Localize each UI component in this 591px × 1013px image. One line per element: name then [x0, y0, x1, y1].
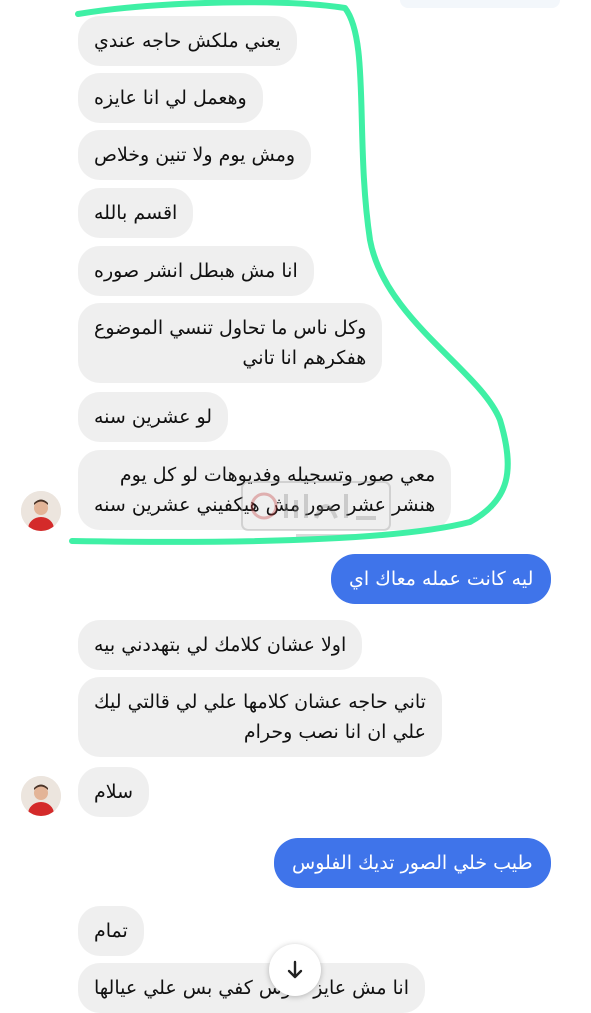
message-text: ومش يوم ولا تنين وخلاص — [94, 144, 296, 166]
message-text: انا مش هبطل انشر صوره — [94, 260, 298, 282]
sender-avatar-icon[interactable] — [21, 776, 61, 816]
message-bubble-incoming[interactable]: تمام — [78, 906, 144, 956]
sender-avatar-icon[interactable] — [21, 491, 61, 531]
message-text: يعني ملكش حاجه عندي — [94, 30, 281, 52]
message-bubble-incoming[interactable]: وكل ناس ما تحاول تنسي الموضوع هفكرهم انا… — [78, 303, 383, 383]
message-text: اولا عشان كلامك لي بتهددني بيه — [94, 634, 347, 656]
message-text: علي ان انا نصب وحرام — [243, 721, 426, 743]
message-text: تاني حاجه عشان كلامها علي لي قالتي ليك — [94, 691, 426, 713]
message-text: تمام — [94, 920, 128, 942]
message-bubble-incoming[interactable]: اولا عشان كلامك لي بتهددني بيه — [78, 620, 363, 670]
message-bubble-incoming[interactable]: لو عشرين سنه — [78, 392, 229, 442]
message-bubble-incoming[interactable]: يعني ملكش حاجه عندي — [78, 16, 297, 66]
message-bubble-outgoing[interactable]: طيب خلي الصور تديك الفلوس — [274, 838, 551, 888]
message-text: اقسم بالله — [94, 202, 178, 224]
message-bubble-incoming[interactable]: اقسم بالله — [78, 188, 194, 238]
message-bubble-incoming[interactable]: ومش يوم ولا تنين وخلاص — [78, 130, 312, 180]
message-bubble-incoming[interactable]: تاني حاجه عشان كلامها علي لي قالتي ليك ع… — [78, 677, 442, 757]
message-bubble-incoming[interactable]: انا مش عايز فلوس كفي بس علي عيالها — [78, 963, 425, 1013]
message-text: ليه كانت عمله معاك اي — [349, 568, 534, 590]
message-bubble-incoming[interactable]: انا مش هبطل انشر صوره — [78, 246, 314, 296]
message-text: طيب خلي الصور تديك الفلوس — [292, 852, 533, 874]
scroll-to-bottom-button[interactable] — [269, 944, 321, 996]
message-text: انا مش عايز فلوس كفي بس علي عيالها — [94, 977, 409, 999]
message-text: سلام — [94, 781, 134, 803]
arrow-down-icon — [287, 960, 303, 979]
message-text: هنشر عشر صور مش هيكفيني عشرين سنه — [94, 494, 436, 516]
message-bubble-incoming[interactable]: معي صور وتسجيله وفديوهات لو كل يوم هنشر … — [78, 450, 452, 530]
message-text: وكل ناس ما تحاول تنسي الموضوع — [94, 317, 367, 339]
message-bubble-incoming[interactable]: وهعمل لي انا عايزه — [78, 73, 263, 123]
message-bubble-incoming[interactable]: سلام — [78, 767, 150, 817]
message-bubble-outgoing[interactable]: ليه كانت عمله معاك اي — [331, 554, 552, 604]
previous-message-edge — [400, 0, 560, 8]
message-text: وهعمل لي انا عايزه — [94, 87, 247, 109]
message-text: لو عشرين سنه — [94, 406, 213, 428]
message-text: معي صور وتسجيله وفديوهات لو كل يوم — [119, 464, 436, 486]
message-text: هفكرهم انا تاني — [242, 347, 367, 369]
